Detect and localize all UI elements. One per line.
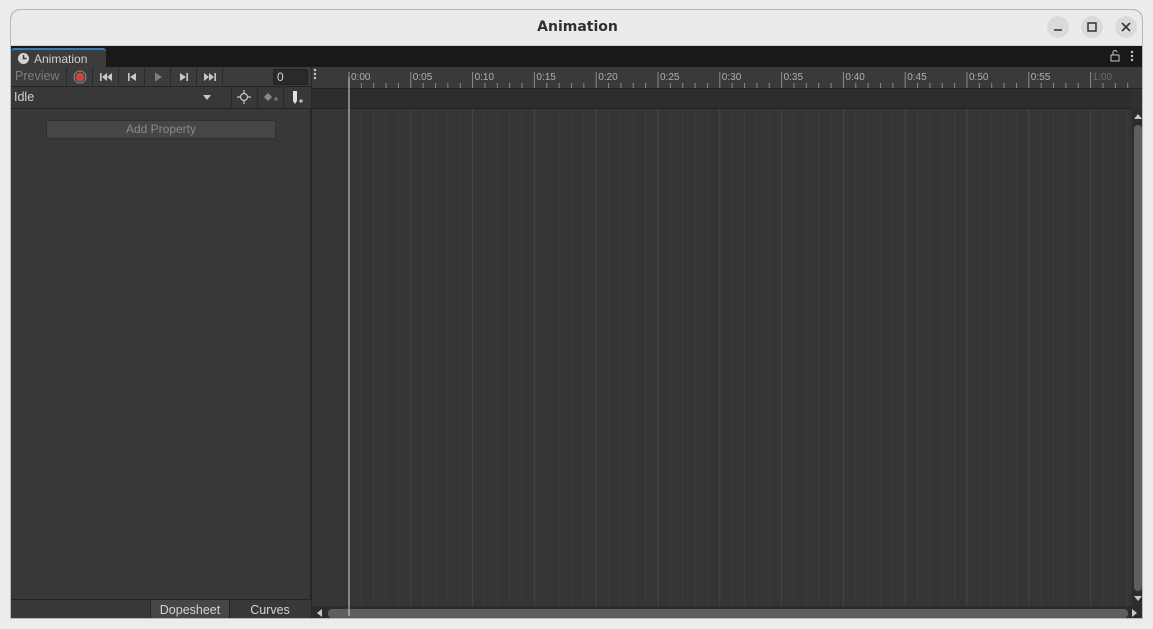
timeline-kebab-menu-icon[interactable] <box>312 67 318 81</box>
add-event-icon <box>293 91 303 104</box>
add-property-button[interactable]: Add Property <box>46 120 276 139</box>
view-tab-bar: Dopesheet Curves <box>11 599 311 618</box>
next-keyframe-icon <box>180 73 188 81</box>
tab-label: Animation <box>34 52 88 66</box>
toolbar-spacer <box>222 67 272 87</box>
clock-icon <box>18 53 29 64</box>
record-icon <box>73 70 87 84</box>
play-button[interactable] <box>144 67 170 87</box>
playback-toolbar: Preview 0 <box>11 67 311 87</box>
animation-window: Animation Animation Preview 0 Idle Add P… <box>10 9 1143 619</box>
frame-input[interactable]: 0 <box>273 69 308 85</box>
vertical-scroll-thumb[interactable] <box>1134 125 1142 591</box>
maximize-button[interactable] <box>1081 16 1103 38</box>
minimize-icon <box>1054 29 1062 31</box>
play-icon <box>155 72 162 82</box>
ruler-label: 0:10 <box>475 72 495 83</box>
close-icon <box>1121 22 1131 32</box>
record-button[interactable] <box>66 67 92 87</box>
ruler-label: 0:45 <box>907 72 927 83</box>
tab-animation[interactable]: Animation <box>11 48 106 67</box>
horizontal-scroll-thumb[interactable] <box>328 609 1128 618</box>
minimize-button[interactable] <box>1047 16 1069 38</box>
filter-by-selection-icon <box>237 90 251 104</box>
time-ruler-ticks: 0:00 0:05 0:10 0:15 0:20 0:25 0:30 0:35 0:40 0:45… <box>348 72 1129 88</box>
ruler-label: 0:40 <box>845 72 865 83</box>
event-row[interactable] <box>312 89 1132 109</box>
last-keyframe-button[interactable] <box>196 67 222 87</box>
clip-toolbar: Idle <box>11 87 311 109</box>
dopesheet-grid-lines <box>348 109 1129 606</box>
kebab-menu-icon[interactable] <box>1129 49 1135 63</box>
ruler-label: 0:30 <box>722 72 742 83</box>
close-button[interactable] <box>1115 16 1137 38</box>
last-keyframe-icon <box>204 73 216 81</box>
property-panel: Preview 0 Idle Add Property Dopesheet Cu… <box>11 67 311 618</box>
ruler-label: 0:25 <box>660 72 680 83</box>
ruler-label: 0:35 <box>784 72 804 83</box>
first-keyframe-button[interactable] <box>92 67 118 87</box>
filter-selection-button[interactable] <box>231 87 257 108</box>
ruler-label: 0:15 <box>536 72 556 83</box>
chevron-down-icon <box>203 95 211 100</box>
dopesheet-grid[interactable] <box>312 109 1132 606</box>
preview-toggle[interactable]: Preview <box>15 69 59 83</box>
add-keyframe-icon <box>264 93 278 101</box>
tab-dopesheet[interactable]: Dopesheet <box>150 600 230 618</box>
scroll-up-icon[interactable] <box>1134 114 1142 119</box>
tab-curves[interactable]: Curves <box>230 600 310 618</box>
ruler-label: 1:00 <box>1093 72 1113 83</box>
horizontal-scrollbar[interactable] <box>312 606 1142 618</box>
tab-bar: Animation <box>11 46 1142 67</box>
timeline-panel: 0:00 0:05 0:10 0:15 0:20 0:25 0:30 0:35 0:40 0:45… <box>312 67 1142 619</box>
vertical-scrollbar[interactable] <box>1132 109 1142 606</box>
ruler-label: 0:20 <box>598 72 618 83</box>
add-event-button[interactable] <box>283 87 311 108</box>
ruler-label: 0:05 <box>413 72 433 83</box>
next-keyframe-button[interactable] <box>170 67 196 87</box>
time-ruler[interactable]: 0:00 0:05 0:10 0:15 0:20 0:25 0:30 0:35 0:40 0:45… <box>312 67 1142 89</box>
add-keyframe-button[interactable] <box>257 87 283 108</box>
window-title: Animation <box>537 19 618 35</box>
ruler-label: 0:00 <box>351 72 371 83</box>
playhead[interactable] <box>347 67 351 619</box>
previous-keyframe-icon <box>128 73 136 81</box>
ruler-label: 0:50 <box>969 72 989 83</box>
title-bar: Animation <box>11 10 1142 46</box>
ruler-label: 0:55 <box>1031 72 1051 83</box>
scroll-left-icon[interactable] <box>317 609 322 617</box>
maximize-icon <box>1087 22 1097 32</box>
previous-keyframe-button[interactable] <box>118 67 144 87</box>
scroll-right-icon[interactable] <box>1132 609 1137 617</box>
clip-selector-value: Idle <box>14 90 35 104</box>
first-keyframe-icon <box>100 73 112 81</box>
lock-icon[interactable] <box>1109 49 1121 62</box>
clip-selector[interactable]: Idle <box>11 87 218 108</box>
scroll-down-icon[interactable] <box>1134 596 1142 601</box>
